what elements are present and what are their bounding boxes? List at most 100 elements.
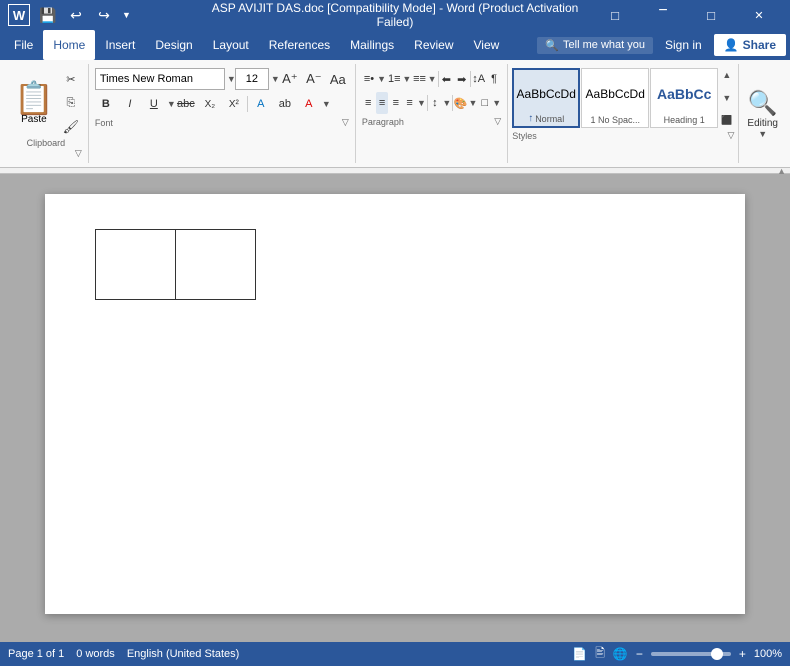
styles-more-arrow[interactable]: ⬛ [721,115,732,126]
quick-redo[interactable]: ↪ [94,5,114,25]
multilevel-arrow[interactable]: ▼ [428,74,437,84]
menu-references[interactable]: References [259,30,340,60]
sep2 [438,71,439,87]
editing-section: 🔍 Editing ▼ [739,64,786,163]
font-color-arrow[interactable]: ▼ [322,99,328,109]
maximize-btn[interactable]: □ [688,0,734,30]
align-left-btn[interactable]: ≡ [362,92,375,114]
font-name-input[interactable]: Times New Roman [95,68,225,90]
bullets-btn[interactable]: ≡• [362,68,376,90]
zoom-thumb [711,648,723,660]
spacing-arrow[interactable]: ▼ [442,98,451,108]
numbering-arrow[interactable]: ▼ [402,74,411,84]
quick-undo[interactable]: ↩ [66,5,86,25]
ribbon: 📋 Paste ✂ ⎘ 🖌 Clipboard ▽ Times New Roma… [0,60,790,168]
clear-format-btn[interactable]: Aa [327,68,349,90]
shading-btn[interactable]: 🎨 [454,92,468,114]
document-page[interactable] [45,194,745,614]
web-view-btn[interactable]: 🌐 [613,647,628,661]
menu-view[interactable]: View [464,30,510,60]
strikethrough-btn[interactable]: abc [175,93,197,115]
editing-arrow[interactable]: ▼ [758,129,767,139]
text-highlight-btn[interactable]: ab [274,93,296,115]
quick-save[interactable]: 💾 [38,5,58,25]
superscript-btn[interactable]: X² [223,93,245,115]
numbering-btn[interactable]: 1≡ [387,68,401,90]
align-right-btn[interactable]: ≡ [389,92,402,114]
styles-expand[interactable]: ▲ ▼ ⬛ [719,68,734,128]
table-cell[interactable] [96,230,176,300]
sort-btn[interactable]: ↕A [472,68,486,90]
menu-design[interactable]: Design [145,30,202,60]
clipboard-expand[interactable]: ▽ [75,148,82,159]
copy-btn[interactable]: ⎘ [60,92,82,114]
style-no-spacing[interactable]: AaBbCcDd 1 No Spac... [581,68,649,128]
zoom-slider[interactable] [651,652,731,656]
menu-review[interactable]: Review [404,30,463,60]
underline-btn[interactable]: U [143,93,165,115]
italic-btn[interactable]: I [119,93,141,115]
menu-file[interactable]: File [4,30,43,60]
menu-home[interactable]: Home [43,30,95,60]
font-color-btn[interactable]: A [298,93,320,115]
pilcrow-btn[interactable]: ¶ [487,68,501,90]
zoom-in-btn[interactable]: + [739,647,746,661]
shading-arrow[interactable]: ▼ [469,98,478,108]
indent-btn[interactable]: ➡ [455,68,469,90]
editing-search-icon[interactable]: 🔍 [748,89,778,118]
bold-btn[interactable]: B [95,93,117,115]
underline-arrow[interactable]: ▼ [167,99,173,109]
styles-down-arrow[interactable]: ▼ [722,93,731,103]
justify-btn[interactable]: ≡ [403,92,416,114]
para-expand[interactable]: ▽ [494,116,501,127]
sep3 [470,71,471,87]
borders-arrow[interactable]: ▼ [492,98,501,108]
font-bottom: Font ▽ [95,117,349,128]
menu-layout[interactable]: Layout [203,30,259,60]
bullets-arrow[interactable]: ▼ [377,74,386,84]
font-size-input[interactable]: 12 [235,68,269,90]
styles-up-arrow[interactable]: ▲ [722,70,731,80]
styles-expand-btn[interactable]: ▽ [728,130,735,141]
style-normal[interactable]: AaBbCcDd ↑ Normal [512,68,580,128]
menu-mailings[interactable]: Mailings [340,30,404,60]
style-heading1[interactable]: AaBbCc Heading 1 [650,68,718,128]
cut-btn[interactable]: ✂ [60,68,82,90]
restore-btn[interactable]: □ [592,0,638,30]
paste-btn[interactable]: 📋 Paste [10,80,58,127]
document-area: 9 H [0,174,790,642]
align-arrow[interactable]: ▼ [417,98,426,108]
table-cell[interactable] [176,230,256,300]
outdent-btn[interactable]: ⬅ [439,68,453,90]
minimize-btn[interactable]: − [640,0,686,26]
share-btn[interactable]: 👤 Share [714,34,786,56]
para-label: Paragraph [362,117,404,127]
multilevel-btn[interactable]: ≡≡ [412,68,426,90]
font-expand[interactable]: ▽ [342,117,349,128]
normal-icon: ↑ [528,113,533,124]
subscript-btn[interactable]: X₂ [199,93,221,115]
font-shrink-btn[interactable]: A⁻ [303,68,325,90]
sign-in-btn[interactable]: Sign in [657,34,710,56]
document-table[interactable] [95,229,256,300]
borders-btn[interactable]: □ [478,92,491,114]
clipboard-section: 📋 Paste ✂ ⎘ 🖌 Clipboard ▽ [4,64,89,163]
styles-section: AaBbCcDd ↑ Normal AaBbCcDd 1 No Spac... … [508,64,739,163]
font-size-arrow[interactable]: ▼ [271,74,277,84]
zoom-out-btn[interactable]: − [636,647,643,661]
doc-view-btn[interactable]: 📄 [572,647,587,661]
sep5 [452,95,453,111]
close-btn[interactable]: ✕ [736,0,782,30]
font-name-arrow[interactable]: ▼ [227,74,233,84]
status-bar: Page 1 of 1 0 words English (United Stat… [0,642,790,666]
font-grow-btn[interactable]: A⁺ [279,68,301,90]
menu-insert[interactable]: Insert [95,30,145,60]
zoom-level: 100% [754,648,782,660]
line-spacing-btn[interactable]: ↕ [429,92,442,114]
tell-me-box[interactable]: 🔍 Tell me what you [537,37,653,54]
text-effects-btn[interactable]: A [250,93,272,115]
align-center-btn[interactable]: ≡ [376,92,389,114]
format-painter-btn[interactable]: 🖌 [60,116,82,138]
quick-dropdown[interactable]: ▼ [122,10,131,20]
print-view-btn[interactable]: 🖹 [595,644,605,665]
